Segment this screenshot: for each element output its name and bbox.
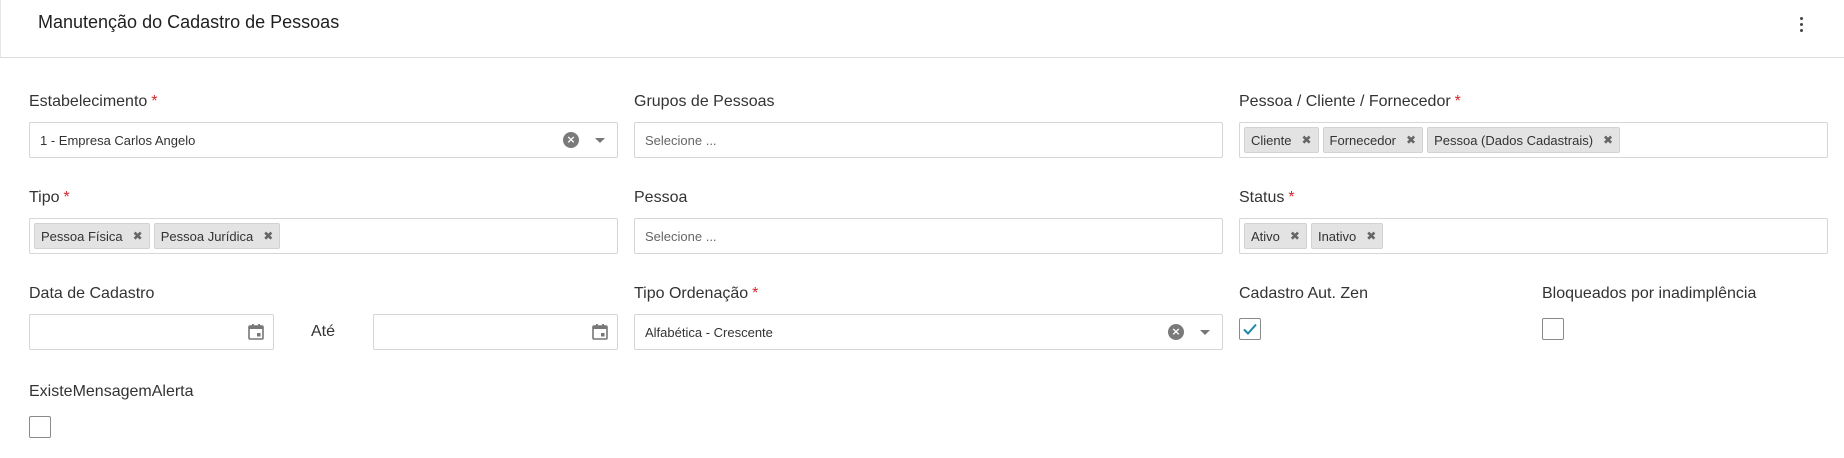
pessoa-cliente-fornecedor-multiselect[interactable]: Cliente ✖ Fornecedor ✖ Pessoa (Dados Cadas… — [1239, 122, 1828, 158]
grupos-pessoas-label: Grupos de Pessoas — [634, 93, 775, 110]
page-title: Manutenção do Cadastro de Pessoas — [38, 12, 340, 32]
estabelecimento-select[interactable]: 1 - Empresa Carlos Angelo × — [29, 122, 618, 158]
page-header: Manutenção do Cadastro de Pessoas — [0, 0, 1844, 58]
cadastro-aut-zen-label: Cadastro Aut. Zen — [1239, 285, 1368, 302]
clear-icon[interactable]: × — [563, 132, 579, 148]
tipo-ordenacao-label: Tipo Ordenação * — [634, 285, 759, 302]
calendar-icon[interactable] — [247, 323, 265, 341]
estabelecimento-value: 1 - Empresa Carlos Angelo — [40, 132, 196, 148]
data-cadastro-label: Data de Cadastro — [29, 285, 155, 302]
remove-tag-icon[interactable]: ✖ — [1366, 229, 1376, 243]
pessoa-label: Pessoa — [634, 189, 688, 206]
tipo-label: Tipo * — [29, 189, 70, 206]
remove-tag-icon[interactable]: ✖ — [1406, 133, 1416, 147]
pessoa-placeholder: Selecione ... — [645, 228, 717, 244]
checkmark-icon — [1243, 323, 1257, 335]
ate-label: Até — [311, 323, 336, 340]
tag-fornecedor: Fornecedor ✖ — [1322, 127, 1424, 153]
tag-pessoa-dados-cadastrais: Pessoa (Dados Cadastrais) ✖ — [1427, 127, 1621, 153]
cadastro-aut-zen-checkbox[interactable] — [1239, 318, 1261, 340]
pessoa-select[interactable]: Selecione ... — [634, 218, 1223, 254]
calendar-icon[interactable] — [591, 323, 609, 341]
tipo-multiselect[interactable]: Pessoa Física ✖ Pessoa Jurídica ✖ — [29, 218, 618, 254]
existe-mensagem-label: ExisteMensagemAlerta — [29, 383, 194, 400]
data-cadastro-to-input[interactable] — [373, 314, 618, 350]
remove-tag-icon[interactable]: ✖ — [133, 229, 143, 243]
remove-tag-icon[interactable]: ✖ — [1290, 229, 1300, 243]
tag-cliente: Cliente ✖ — [1244, 127, 1319, 153]
status-label: Status * — [1239, 189, 1295, 206]
tag-pessoa-juridica: Pessoa Jurídica ✖ — [153, 223, 281, 249]
bloqueados-label: Bloqueados por inadimplência — [1542, 285, 1757, 302]
clear-icon[interactable]: × — [1168, 324, 1184, 340]
remove-tag-icon[interactable]: ✖ — [1301, 133, 1311, 147]
data-cadastro-from-input[interactable] — [29, 314, 274, 350]
estabelecimento-label: Estabelecimento * — [29, 93, 158, 110]
bloqueados-checkbox[interactable] — [1542, 318, 1564, 340]
tag-inativo: Inativo ✖ — [1310, 223, 1384, 249]
tag-ativo: Ativo ✖ — [1244, 223, 1307, 249]
tipo-ordenacao-select[interactable]: Alfabética - Crescente × — [634, 314, 1223, 350]
grupos-pessoas-select[interactable]: Selecione ... — [634, 122, 1223, 158]
chevron-down-icon[interactable] — [595, 138, 605, 143]
remove-tag-icon[interactable]: ✖ — [1603, 133, 1613, 147]
existe-mensagem-checkbox[interactable] — [29, 416, 51, 438]
grupos-pessoas-placeholder: Selecione ... — [645, 132, 717, 148]
kebab-menu-icon[interactable] — [1791, 12, 1811, 36]
tag-pessoa-fisica: Pessoa Física ✖ — [34, 223, 150, 249]
pessoa-cliente-fornecedor-label: Pessoa / Cliente / Fornecedor * — [1239, 93, 1461, 110]
tipo-ordenacao-value: Alfabética - Crescente — [645, 324, 773, 340]
status-multiselect[interactable]: Ativo ✖ Inativo ✖ — [1239, 218, 1828, 254]
remove-tag-icon[interactable]: ✖ — [263, 229, 273, 243]
chevron-down-icon[interactable] — [1200, 330, 1210, 335]
